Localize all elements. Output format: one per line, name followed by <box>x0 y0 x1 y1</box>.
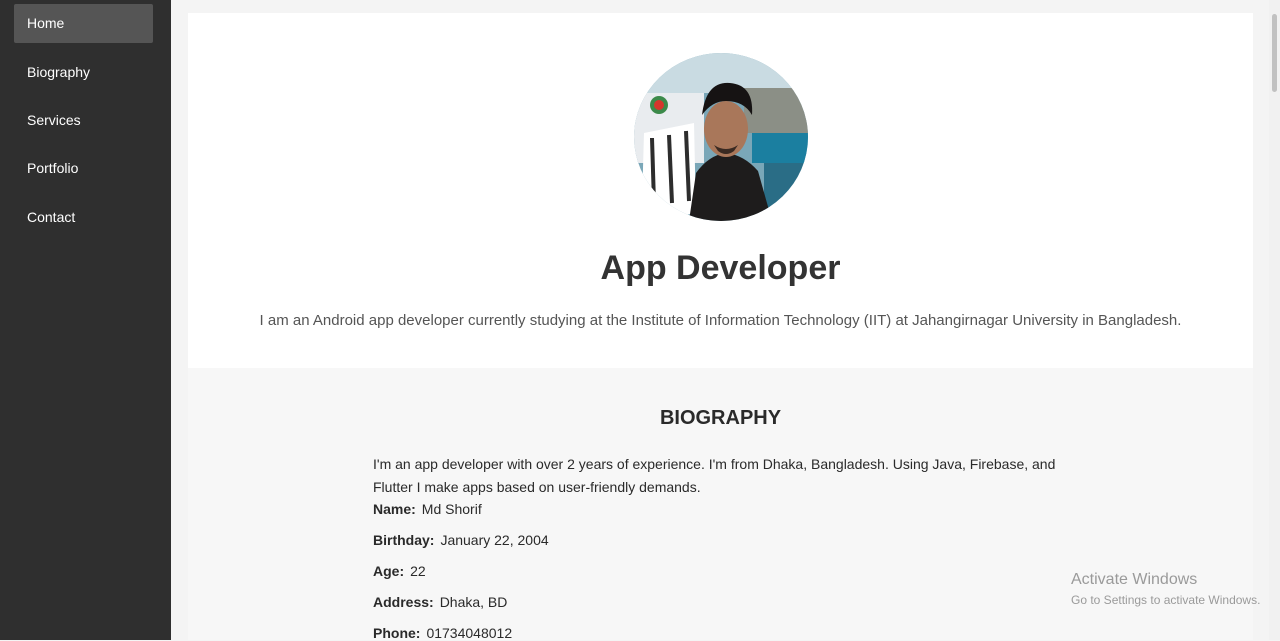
main-content: App Developer I am an Android app develo… <box>171 0 1269 641</box>
info-value: 01734048012 <box>426 625 513 641</box>
profile-photo <box>634 53 808 221</box>
info-label: Birthday: <box>373 532 435 548</box>
info-label: Address: <box>373 594 434 610</box>
sidebar: Home Biography Services Portfolio Contac… <box>0 0 171 640</box>
info-label: Name: <box>373 501 416 517</box>
info-phone: Phone: 01734048012 <box>373 625 512 641</box>
info-birthday: Birthday: January 22, 2004 <box>373 532 549 548</box>
info-value: Md Shorif <box>421 501 482 517</box>
sidebar-item-contact[interactable]: Contact <box>14 198 153 237</box>
info-value: January 22, 2004 <box>440 532 549 548</box>
info-label: Phone: <box>373 625 421 641</box>
info-age: Age: 22 <box>373 563 426 579</box>
activation-watermark-subtitle: Go to Settings to activate Windows. <box>1071 593 1261 607</box>
profile-avatar <box>634 53 808 221</box>
sidebar-item-biography[interactable]: Biography <box>14 53 153 92</box>
info-label: Age: <box>373 563 405 579</box>
hero-section: App Developer I am an Android app develo… <box>188 13 1253 368</box>
hero-title: App Developer <box>600 249 841 287</box>
sidebar-item-portfolio[interactable]: Portfolio <box>14 149 153 188</box>
scrollbar-thumb[interactable] <box>1272 14 1277 92</box>
info-address: Address: Dhaka, BD <box>373 594 507 610</box>
sidebar-item-services[interactable]: Services <box>14 101 153 140</box>
sidebar-item-home[interactable]: Home <box>14 4 153 43</box>
info-name: Name: Md Shorif <box>373 501 482 517</box>
hero-description: I am an Android app developer currently … <box>259 312 1182 329</box>
activation-watermark-title: Activate Windows <box>1071 571 1198 588</box>
info-value: 22 <box>410 563 426 579</box>
info-value: Dhaka, BD <box>439 594 508 610</box>
biography-title: BIOGRAPHY <box>659 407 782 429</box>
biography-text: I'm an app developer with over 2 years o… <box>373 456 1056 495</box>
page-scrollbar[interactable] <box>1269 0 1280 640</box>
